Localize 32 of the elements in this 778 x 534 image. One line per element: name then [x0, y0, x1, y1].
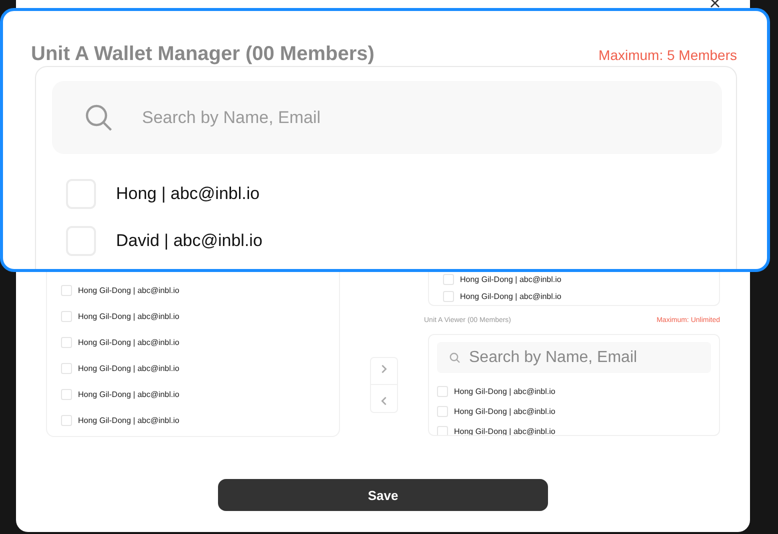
checkbox[interactable]: [437, 426, 448, 435]
save-button[interactable]: Save: [218, 479, 548, 511]
member-label: Hong Gil-Dong | abc@inbl.io: [78, 416, 180, 424]
member-label: Hong Gil-Dong | abc@inbl.io: [78, 312, 180, 320]
member-label: Hong Gil-Dong | abc@inbl.io: [454, 406, 556, 416]
member-label: Hong Gil-Dong | abc@inbl.io: [78, 390, 180, 398]
checkbox[interactable]: [61, 284, 72, 296]
checkbox[interactable]: [443, 274, 454, 285]
limit-label: Maximum: 5 Members: [598, 47, 737, 63]
search-field[interactable]: Search by Name, Email: [437, 342, 711, 373]
member-label: Hong Gil-Dong | abc@inbl.io: [454, 426, 556, 435]
member-label: Hong Gil-Dong | abc@inbl.io: [78, 338, 180, 346]
close-icon[interactable]: [710, 0, 720, 8]
search-icon: [84, 102, 114, 132]
checkbox[interactable]: [61, 336, 72, 348]
checkbox[interactable]: [443, 291, 454, 302]
member-label: Hong | abc@inbl.io: [116, 184, 260, 204]
checkbox[interactable]: [61, 388, 72, 400]
member-label: Hong Gil-Dong | abc@inbl.io: [78, 364, 180, 372]
member-label: Hong Gil-Dong | abc@inbl.io: [460, 275, 562, 284]
panel-title: Unit A Wallet Manager (00 Members): [31, 43, 374, 66]
checkbox[interactable]: [437, 386, 448, 396]
member-label: David | abc@inbl.io: [116, 230, 262, 250]
member-label: Hong Gil-Dong | abc@inbl.io: [78, 286, 180, 294]
search-icon: [449, 352, 461, 364]
checkbox[interactable]: [61, 310, 72, 322]
search-field[interactable]: Search by Name, Email: [52, 81, 722, 154]
checkbox[interactable]: [61, 414, 72, 426]
checkbox[interactable]: [61, 362, 72, 374]
member-label: Hong Gil-Dong | abc@inbl.io: [454, 386, 556, 396]
member-label: Hong Gil-Dong | abc@inbl.io: [460, 292, 562, 301]
checkbox[interactable]: [437, 406, 448, 416]
